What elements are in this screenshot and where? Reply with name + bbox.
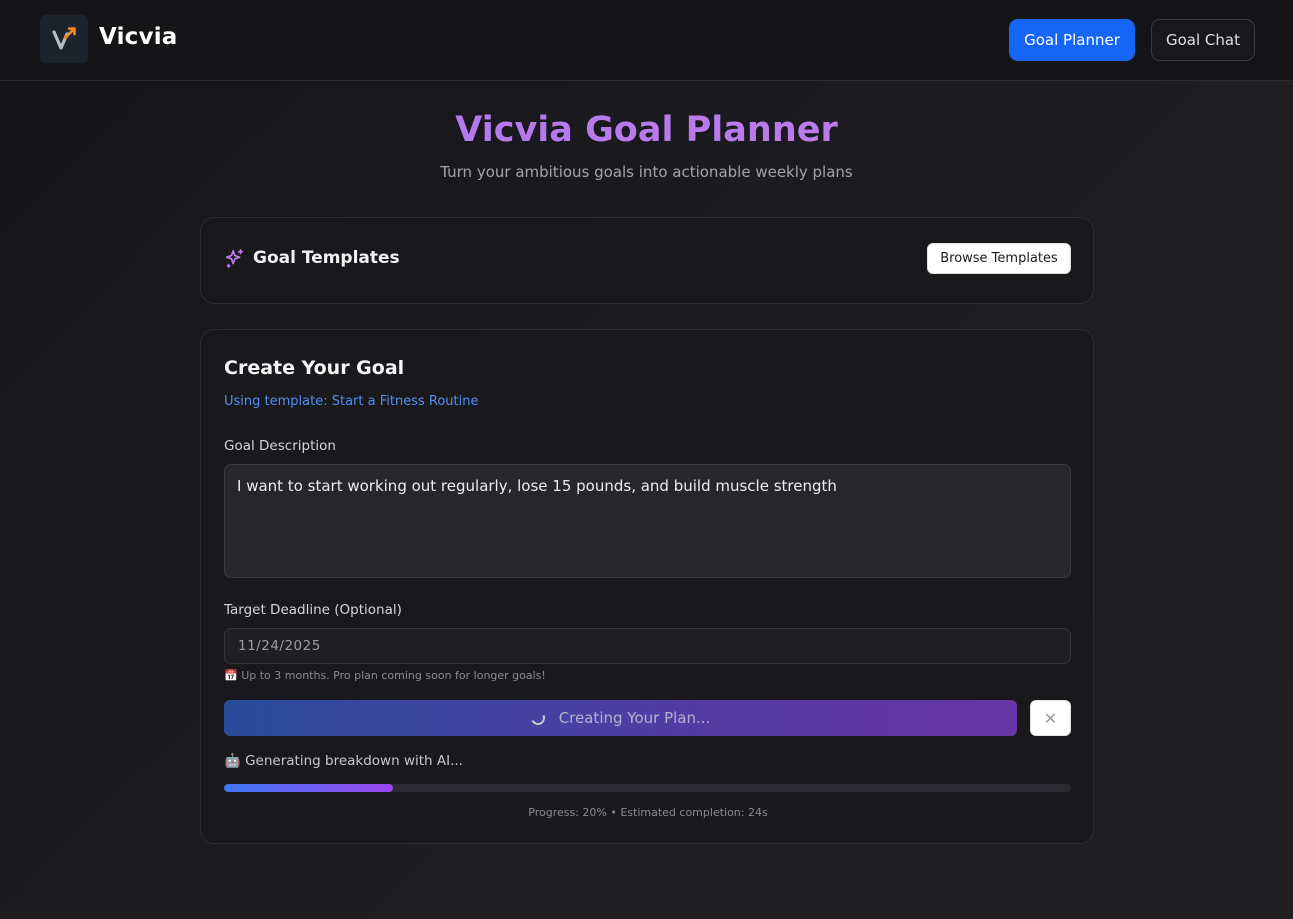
goal-description-label: Goal Description xyxy=(224,438,336,454)
progress-bar xyxy=(224,784,1071,792)
create-goal-title: Create Your Goal xyxy=(224,357,405,379)
goal-planner-button[interactable]: Goal Planner xyxy=(1009,19,1135,61)
generation-status: 🤖 Generating breakdown with AI... xyxy=(224,753,463,769)
template-note: Using template: Start a Fitness Routine xyxy=(224,394,479,409)
goal-description-input[interactable]: I want to start working out regularly, l… xyxy=(224,464,1071,578)
target-deadline-label: Target Deadline (Optional) xyxy=(224,602,402,618)
deadline-hint: 📅 Up to 3 months. Pro plan coming soon f… xyxy=(224,669,546,682)
create-plan-label: Creating Your Plan... xyxy=(558,709,711,727)
logo-mark-icon xyxy=(52,27,76,50)
goal-templates-card: Goal Templates Browse Templates xyxy=(200,217,1094,304)
loading-spinner-icon xyxy=(528,709,547,727)
browse-templates-button[interactable]: Browse Templates xyxy=(927,243,1071,274)
goal-templates-title: Goal Templates xyxy=(253,248,400,268)
target-deadline-input[interactable]: 11/24/2025 xyxy=(224,628,1071,664)
brand-name: Vicvia xyxy=(99,24,178,50)
page-subtitle: Turn your ambitious goals into actionabl… xyxy=(440,163,853,181)
goal-chat-button[interactable]: Goal Chat xyxy=(1151,19,1255,61)
create-goal-card: Create Your Goal Using template: Start a… xyxy=(200,329,1094,844)
page-title: Vicvia Goal Planner xyxy=(0,110,1293,150)
progress-bar-fill xyxy=(224,784,394,792)
vicvia-logo[interactable] xyxy=(40,15,88,63)
sparkles-icon xyxy=(225,249,244,268)
app-header: Vicvia Goal Planner Goal Chat xyxy=(0,0,1293,81)
cancel-button[interactable]: ✕ xyxy=(1030,700,1071,736)
create-plan-button[interactable]: Creating Your Plan... xyxy=(224,700,1017,736)
progress-text: Progress: 20% • Estimated completion: 24… xyxy=(528,806,768,819)
close-icon: ✕ xyxy=(1043,708,1058,728)
